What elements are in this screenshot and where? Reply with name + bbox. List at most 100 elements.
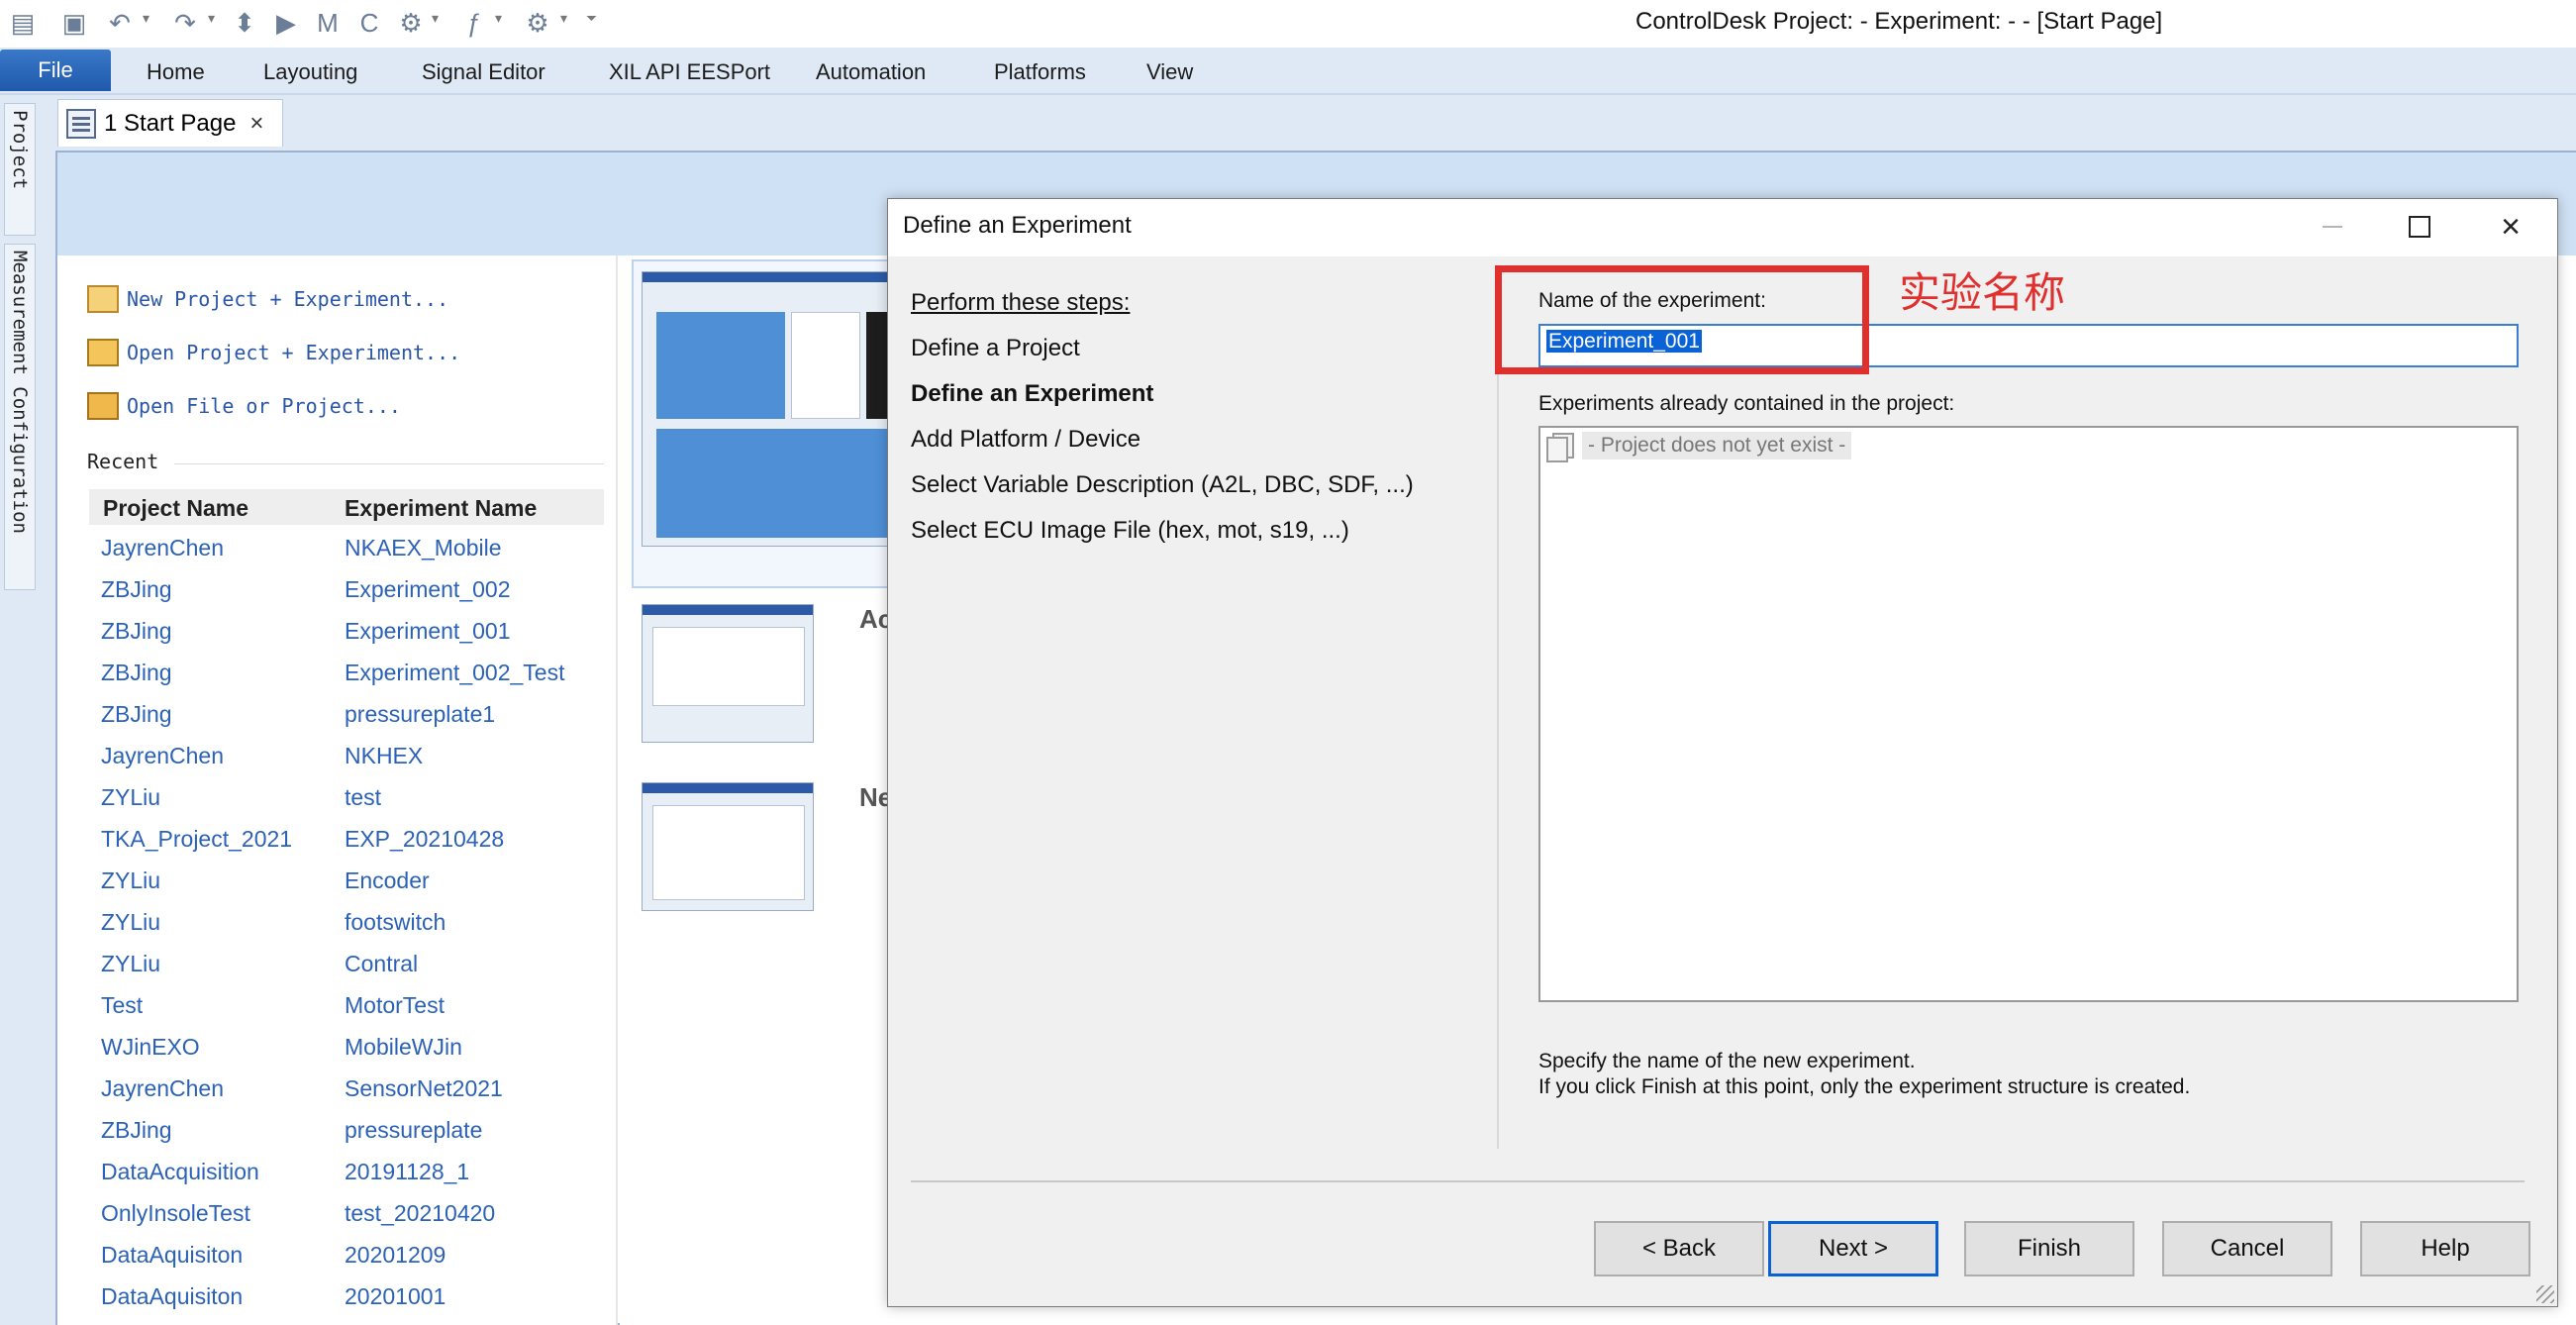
table-row[interactable]: ZBJing pressureplate1 bbox=[89, 701, 604, 743]
table-row[interactable]: JayrenChen NKHEX bbox=[89, 743, 604, 784]
dock-tab-measurement-configuration[interactable]: Measurement Configuration bbox=[4, 244, 36, 590]
experiment-name-cell[interactable]: test_20210420 bbox=[345, 1200, 495, 1227]
tab-home[interactable]: Home bbox=[147, 59, 205, 85]
experiment-name-cell[interactable]: Contral bbox=[345, 951, 418, 977]
help-button[interactable]: Help bbox=[2360, 1221, 2530, 1276]
tab-view[interactable]: View bbox=[1146, 59, 1193, 85]
table-row[interactable]: ZBJing pressureplate bbox=[89, 1117, 604, 1159]
record-dropdown-icon[interactable]: ▾ bbox=[560, 10, 567, 27]
table-row[interactable]: ZYLiu Contral bbox=[89, 951, 604, 992]
project-name-cell[interactable]: ZYLiu bbox=[101, 909, 160, 936]
project-name-cell[interactable]: DataAquisiton bbox=[101, 1242, 243, 1269]
experiment-name-cell[interactable]: MobileWJin bbox=[345, 1034, 462, 1061]
experiment-name-cell[interactable]: Experiment_002 bbox=[345, 576, 511, 603]
experiment-name-cell[interactable]: Encoder bbox=[345, 867, 430, 894]
close-tab-icon[interactable]: × bbox=[249, 110, 263, 138]
experiment-name-cell[interactable]: 20201001 bbox=[345, 1283, 446, 1310]
undo-dropdown-icon[interactable]: ▾ bbox=[143, 10, 149, 27]
next-button[interactable]: Next > bbox=[1768, 1221, 1938, 1276]
project-name-cell[interactable]: ZYLiu bbox=[101, 784, 160, 811]
tab-xil-api-eesport[interactable]: XIL API EESPort bbox=[609, 59, 770, 85]
table-row[interactable]: JayrenChen NKAEX_Mobile bbox=[89, 535, 604, 576]
project-name-cell[interactable]: ZYLiu bbox=[101, 951, 160, 977]
file-tab[interactable]: File bbox=[0, 50, 111, 91]
app-icon[interactable]: ▤ bbox=[6, 6, 40, 40]
experiment-name-cell[interactable]: Experiment_001 bbox=[345, 618, 511, 645]
experiment-name-cell[interactable]: NKHEX bbox=[345, 743, 423, 769]
table-row[interactable]: WJinEXO MobileWJin bbox=[89, 1034, 604, 1075]
cancel-button[interactable]: Cancel bbox=[2162, 1221, 2332, 1276]
measure-icon[interactable]: M bbox=[311, 6, 345, 40]
project-name-cell[interactable]: ZBJing bbox=[101, 1117, 172, 1144]
table-row[interactable]: ZBJing Experiment_002_Test bbox=[89, 660, 604, 701]
tab-layouting[interactable]: Layouting bbox=[263, 59, 357, 85]
finish-button[interactable]: Finish bbox=[1964, 1221, 2134, 1276]
experiment-name-cell[interactable]: pressureplate bbox=[345, 1117, 482, 1144]
undo-icon[interactable]: ↶ bbox=[103, 6, 137, 40]
redo-dropdown-icon[interactable]: ▾ bbox=[208, 10, 215, 27]
thumbnail-add[interactable] bbox=[642, 604, 814, 743]
table-row[interactable]: DataAquisiton 20201001 bbox=[89, 1283, 604, 1325]
table-row[interactable]: Test MotorTest bbox=[89, 992, 604, 1034]
dock-tab-project[interactable]: Project bbox=[4, 103, 36, 236]
tab-signal-editor[interactable]: Signal Editor bbox=[422, 59, 545, 85]
tools-dropdown-icon[interactable]: ▾ bbox=[432, 10, 439, 27]
table-row[interactable]: TKA_Project_2021 EXP_20210428 bbox=[89, 826, 604, 867]
table-row[interactable]: ZYLiu Encoder bbox=[89, 867, 604, 909]
experiment-name-cell[interactable]: EXP_20210428 bbox=[345, 826, 504, 853]
close-icon[interactable]: × bbox=[2481, 204, 2540, 250]
project-name-cell[interactable]: DataAquisiton bbox=[101, 1283, 243, 1310]
project-name-cell[interactable]: ZBJing bbox=[101, 701, 172, 728]
project-name-cell[interactable]: ZBJing bbox=[101, 618, 172, 645]
project-name-cell[interactable]: JayrenChen bbox=[101, 535, 224, 561]
record-icon[interactable]: ⚙ bbox=[521, 6, 554, 40]
calibrate-icon[interactable]: C bbox=[352, 6, 386, 40]
open-project-experiment-link[interactable]: Open Project + Experiment... bbox=[87, 339, 460, 366]
project-name-cell[interactable]: ZYLiu bbox=[101, 867, 160, 894]
table-row[interactable]: DataAquisiton 20201209 bbox=[89, 1242, 604, 1283]
project-name-cell[interactable]: Test bbox=[101, 992, 143, 1019]
experiment-name-cell[interactable]: pressureplate1 bbox=[345, 701, 495, 728]
redo-icon[interactable]: ↷ bbox=[168, 6, 202, 40]
project-name-cell[interactable]: JayrenChen bbox=[101, 743, 224, 769]
project-name-cell[interactable]: JayrenChen bbox=[101, 1075, 224, 1102]
tab-start-page[interactable]: 1 Start Page × bbox=[57, 99, 283, 147]
project-name-cell[interactable]: OnlyInsoleTest bbox=[101, 1200, 250, 1227]
function-icon[interactable]: ƒ bbox=[457, 6, 491, 40]
table-row[interactable]: ZYLiu test bbox=[89, 784, 604, 826]
project-name-cell[interactable]: ZBJing bbox=[101, 660, 172, 686]
project-name-cell[interactable]: ZBJing bbox=[101, 576, 172, 603]
experiment-name-cell[interactable]: MotorTest bbox=[345, 992, 445, 1019]
table-row[interactable]: ZBJing Experiment_001 bbox=[89, 618, 604, 660]
existing-experiments-list[interactable] bbox=[1538, 426, 2519, 1002]
customize-toolbar-icon[interactable]: ⏷ bbox=[586, 10, 597, 27]
experiment-name-cell[interactable]: 20191128_1 bbox=[345, 1159, 469, 1185]
table-row[interactable]: ZBJing Experiment_002 bbox=[89, 576, 604, 618]
project-name-cell[interactable]: WJinEXO bbox=[101, 1034, 200, 1061]
tools-icon[interactable]: ⚙ bbox=[394, 6, 428, 40]
function-dropdown-icon[interactable]: ▾ bbox=[495, 10, 502, 27]
maximize-icon[interactable] bbox=[2390, 204, 2449, 250]
project-name-cell[interactable]: TKA_Project_2021 bbox=[101, 826, 292, 853]
save-icon[interactable]: ▣ bbox=[57, 6, 91, 40]
up-down-icon[interactable]: ⬍ bbox=[228, 6, 261, 40]
play-icon[interactable]: ▶ bbox=[269, 6, 303, 40]
tab-automation[interactable]: Automation bbox=[816, 59, 926, 85]
list-item[interactable]: - Project does not yet exist - bbox=[1546, 430, 1852, 462]
tab-platforms[interactable]: Platforms bbox=[994, 59, 1086, 85]
experiment-name-cell[interactable]: test bbox=[345, 784, 381, 811]
table-row[interactable]: OnlyInsoleTest test_20210420 bbox=[89, 1200, 604, 1242]
back-button[interactable]: < Back bbox=[1594, 1221, 1764, 1276]
experiment-name-cell[interactable]: Experiment_002_Test bbox=[345, 660, 564, 686]
table-row[interactable]: JayrenChen SensorNet2021 bbox=[89, 1075, 604, 1117]
experiment-name-cell[interactable]: SensorNet2021 bbox=[345, 1075, 503, 1102]
experiment-name-cell[interactable]: footswitch bbox=[345, 909, 446, 936]
thumbnail-new[interactable] bbox=[642, 782, 814, 911]
experiment-name-cell[interactable]: 20201209 bbox=[345, 1242, 446, 1269]
new-project-experiment-link[interactable]: New Project + Experiment... bbox=[87, 285, 448, 313]
resize-grip-icon[interactable] bbox=[2536, 1285, 2554, 1303]
experiment-name-cell[interactable]: NKAEX_Mobile bbox=[345, 535, 502, 561]
project-name-cell[interactable]: DataAcquisition bbox=[101, 1159, 259, 1185]
table-row[interactable]: DataAcquisition 20191128_1 bbox=[89, 1159, 604, 1200]
open-file-project-link[interactable]: Open File or Project... bbox=[87, 392, 401, 420]
